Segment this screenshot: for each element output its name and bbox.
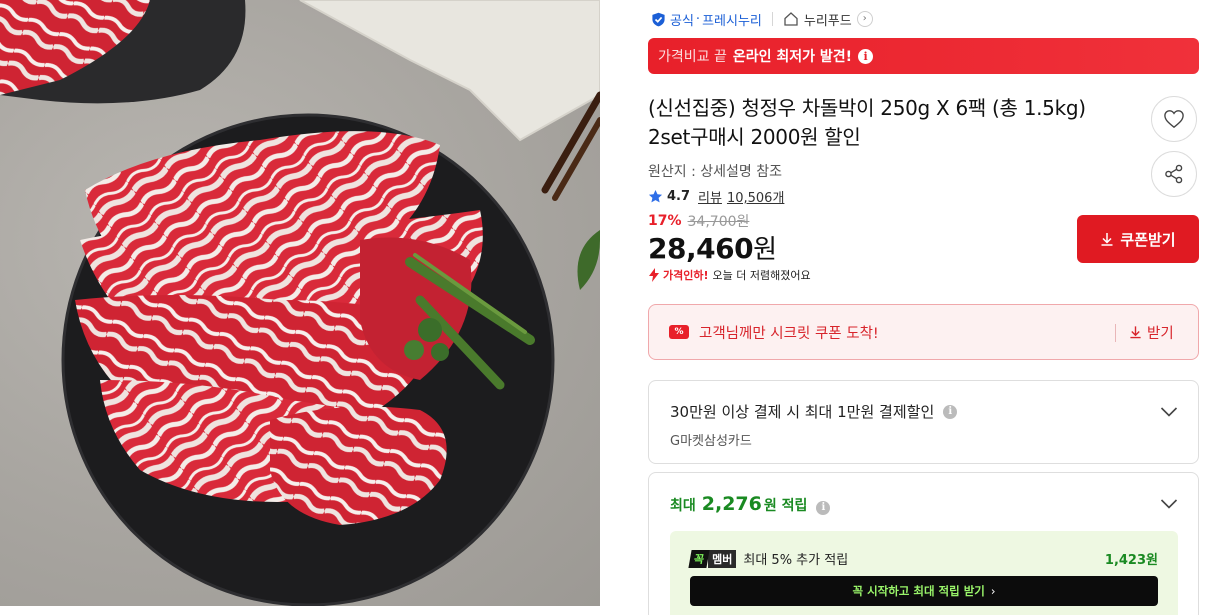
official-seller-link[interactable]: 공식 · 프레시누리 bbox=[651, 10, 762, 29]
rating-score: 4.7 bbox=[667, 189, 691, 204]
member-benefit-box: 꼭 멤버 최대 5% 추가 적립 1,423원 꼭 시작하고 최대 적립 받기 … bbox=[670, 531, 1178, 615]
chevron-right-icon: › bbox=[990, 584, 996, 598]
price-drop-text: 오늘 더 저렴해졌어요 bbox=[712, 269, 811, 282]
product-image bbox=[0, 0, 600, 606]
original-price: 34,700원 bbox=[687, 214, 750, 230]
product-title: (신선집중) 청정우 차돌박이 250g X 6팩 (총 1.5kg) 2set… bbox=[648, 96, 1086, 149]
price-compare-banner[interactable]: 가격비교 끝 온라인 최저가 발견! i bbox=[648, 38, 1199, 74]
secret-coupon-divider bbox=[1115, 324, 1116, 342]
review-label[interactable]: 리뷰 bbox=[698, 187, 722, 206]
download-icon bbox=[1101, 233, 1113, 246]
share-icon bbox=[1165, 164, 1183, 184]
heart-icon bbox=[1164, 110, 1184, 129]
member-benefit-amount: 1,423원 bbox=[1104, 553, 1158, 568]
download-icon bbox=[1130, 326, 1141, 339]
member-logo: 꼭 멤버 bbox=[688, 549, 737, 568]
info-icon[interactable]: i bbox=[816, 500, 831, 515]
product-info-panel: 공식 · 프레시누리 누리푸드 › 가격비교 끝 온라인 최저가 발견! i (… bbox=[648, 0, 1200, 615]
origin-info: 원산지 : 상세설명 참조 bbox=[648, 164, 782, 180]
points-card[interactable]: 최대 2,276 원 적립 i 꼭 멤버 최대 5% 추가 적립 1,423원 … bbox=[648, 472, 1199, 615]
official-label: 공식 bbox=[670, 13, 694, 29]
points-prefix: 최대 bbox=[670, 498, 696, 514]
official-dot: · bbox=[695, 11, 701, 27]
like-button[interactable] bbox=[1151, 96, 1197, 142]
payment-discount-card[interactable]: 30만원 이상 결제 시 최대 1만원 결제할인 i G마켓삼성카드 bbox=[648, 380, 1199, 464]
rating-row: 4.7 리뷰 10,506개 bbox=[648, 187, 784, 206]
store-name: 누리푸드 bbox=[803, 13, 852, 29]
star-icon bbox=[648, 189, 663, 203]
info-icon[interactable]: i bbox=[943, 404, 958, 419]
member-logo-part-a: 꼭 bbox=[688, 549, 710, 568]
member-start-label: 꼭 시작하고 최대 적립 받기 bbox=[852, 584, 985, 598]
seller-divider bbox=[771, 12, 773, 26]
coupon-download-button[interactable]: 쿠폰받기 bbox=[1077, 215, 1199, 263]
member-benefit-text: 최대 5% 추가 적립 bbox=[743, 553, 849, 568]
info-icon[interactable]: i bbox=[858, 48, 874, 64]
price-drop-tag: 가격인하! bbox=[663, 269, 709, 282]
sale-price-number: 28,460 bbox=[648, 232, 754, 265]
store-link[interactable]: 누리푸드 › bbox=[783, 10, 873, 29]
chevron-down-icon[interactable] bbox=[1160, 406, 1178, 418]
points-title-row: 최대 2,276 원 적립 i bbox=[670, 493, 831, 515]
chevron-right-icon: › bbox=[856, 11, 873, 27]
payment-discount-title: 30만원 이상 결제 시 최대 1만원 결제할인 bbox=[670, 403, 935, 421]
banner-prefix: 가격비교 끝 bbox=[658, 49, 727, 65]
payment-discount-title-row: 30만원 이상 결제 시 최대 1만원 결제할인 i bbox=[670, 401, 958, 422]
secret-coupon-banner[interactable]: % 고객님께만 시크릿 쿠폰 도착! 받기 bbox=[648, 304, 1199, 360]
member-start-button[interactable]: 꼭 시작하고 최대 적립 받기 › bbox=[690, 576, 1158, 606]
price-drop-row: 가격인하! 오늘 더 저렴해졌어요 bbox=[648, 267, 811, 283]
seller-row: 공식 · 프레시누리 누리푸드 › bbox=[651, 9, 873, 29]
seller-name: 프레시누리 bbox=[702, 13, 762, 29]
payment-card-name: G마켓삼성카드 bbox=[670, 434, 752, 449]
home-icon bbox=[784, 12, 798, 26]
discount-percent: 17% bbox=[648, 213, 682, 229]
coupon-button-label: 쿠폰받기 bbox=[1120, 230, 1176, 249]
member-logo-part-b: 멤버 bbox=[708, 549, 737, 568]
sale-price: 28,460원 bbox=[648, 229, 777, 266]
product-photo-illustration bbox=[0, 0, 600, 606]
sale-price-unit: 원 bbox=[753, 235, 777, 265]
review-count-link[interactable]: 10,506개 bbox=[727, 187, 784, 206]
chevron-down-icon[interactable] bbox=[1160, 498, 1178, 510]
secret-coupon-text: 고객님께만 시크릿 쿠폰 도착! bbox=[699, 325, 879, 342]
shield-check-icon bbox=[652, 12, 665, 26]
coupon-tag-icon: % bbox=[669, 325, 689, 339]
member-benefit-row: 꼭 멤버 최대 5% 추가 적립 1,423원 bbox=[688, 549, 1158, 568]
share-button[interactable] bbox=[1151, 151, 1197, 197]
discount-row: 17% 34,700원 bbox=[648, 211, 749, 231]
points-amount: 2,276 bbox=[701, 493, 762, 515]
secret-coupon-get-button[interactable]: 받기 bbox=[1129, 305, 1174, 359]
points-suffix: 원 적립 bbox=[763, 498, 808, 514]
lightning-icon bbox=[649, 268, 659, 282]
banner-highlight: 온라인 최저가 발견! bbox=[732, 49, 853, 65]
secret-coupon-get-label: 받기 bbox=[1147, 325, 1174, 342]
